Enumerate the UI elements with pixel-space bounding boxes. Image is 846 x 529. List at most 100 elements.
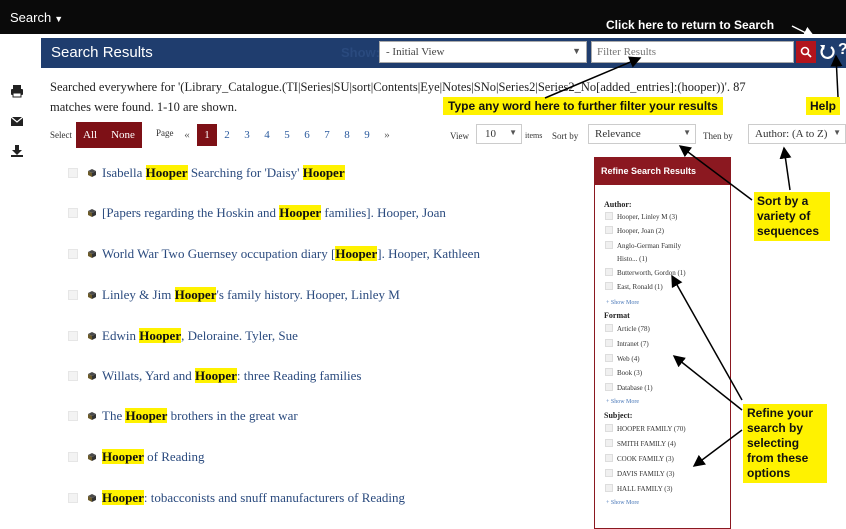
pager-page-3[interactable]: 3 [237, 124, 257, 146]
facet-checkbox[interactable] [605, 383, 613, 391]
result-title-pre: The [102, 408, 126, 423]
author-facet-option[interactable]: Hooper, Linley M (3) [605, 212, 725, 223]
format-facet-option[interactable]: Intranet (7) [605, 339, 725, 350]
format-show-more-link[interactable]: + Show More [606, 399, 639, 405]
then-by-select[interactable]: Author: (A to Z) ▼ [748, 124, 846, 144]
result-checkbox[interactable] [68, 168, 78, 178]
email-icon[interactable] [10, 114, 24, 128]
select-all-button[interactable]: All [76, 122, 105, 148]
result-title-link[interactable]: [Papers regarding the Hoskin and Hooper … [102, 205, 446, 221]
pager-prev-button[interactable]: « [177, 124, 197, 146]
result-title-pre: Edwin [102, 328, 140, 343]
facet-option-label: Anglo-German Family [617, 242, 681, 250]
subject-show-more-link[interactable]: + Show More [606, 500, 639, 506]
result-title-link[interactable]: Willats, Yard and Hooper: three Reading … [102, 368, 361, 384]
subject-facet-option[interactable]: HALL FAMILY (3) [605, 484, 725, 495]
result-title-highlight: Hooper [174, 287, 217, 302]
pager-page-8[interactable]: 8 [337, 124, 357, 146]
result-title-link[interactable]: Edwin Hooper, Deloraine. Tyler, Sue [102, 328, 298, 344]
result-title-pre: Willats, Yard and [102, 368, 195, 383]
annotation-sort: Sort by a variety of sequences [754, 192, 830, 241]
result-title-link[interactable]: Hooper of Reading [102, 449, 205, 465]
pager-page-4[interactable]: 4 [257, 124, 277, 146]
select-label: Select [50, 130, 72, 140]
result-title-pre: Linley & Jim [102, 287, 175, 302]
facet-checkbox[interactable] [605, 484, 613, 492]
book-icon [88, 209, 96, 217]
format-facet-option[interactable]: Article (78) [605, 324, 725, 335]
sort-select-value: Relevance [595, 128, 641, 140]
result-title-highlight: Hooper [279, 205, 322, 220]
pager-page-9[interactable]: 9 [357, 124, 377, 146]
author-facet-option[interactable]: East, Ronald (1) [605, 282, 725, 293]
author-facet-option[interactable]: Hooper, Joan (2) [605, 226, 725, 237]
facet-checkbox[interactable] [605, 268, 613, 276]
result-checkbox[interactable] [68, 452, 78, 462]
result-checkbox[interactable] [68, 371, 78, 381]
subject-facet-option[interactable]: DAVIS FAMILY (3) [605, 469, 725, 480]
author-facet-option[interactable]: Histo... (1) [605, 254, 725, 265]
result-row: Hooper of Reading [68, 447, 205, 467]
pager-page-1[interactable]: 1 [197, 124, 217, 146]
format-facet-label: Format [604, 311, 630, 320]
result-title-highlight: Hooper [139, 328, 182, 343]
result-title-link[interactable]: Hooper: tobacconists and snuff manufactu… [102, 490, 405, 506]
result-title-link[interactable]: Linley & Jim Hooper's family history. Ho… [102, 287, 400, 303]
result-checkbox[interactable] [68, 290, 78, 300]
facet-checkbox[interactable] [605, 226, 613, 234]
book-icon [88, 169, 96, 177]
format-facet-option[interactable]: Web (4) [605, 354, 725, 365]
result-checkbox[interactable] [68, 249, 78, 259]
result-title-link[interactable]: The Hooper brothers in the great war [102, 408, 298, 424]
select-none-button[interactable]: None [104, 122, 142, 148]
facet-checkbox[interactable] [605, 339, 613, 347]
author-show-more-link[interactable]: + Show More [606, 300, 639, 306]
author-facet-option[interactable]: Anglo-German Family [605, 241, 725, 252]
facet-checkbox[interactable] [605, 368, 613, 376]
facet-checkbox[interactable] [605, 324, 613, 332]
facet-checkbox[interactable] [605, 212, 613, 220]
result-checkbox[interactable] [68, 331, 78, 341]
pager-page-5[interactable]: 5 [277, 124, 297, 146]
facet-checkbox[interactable] [605, 469, 613, 477]
subject-facet-option[interactable]: SMITH FAMILY (4) [605, 439, 725, 450]
pager-next-button[interactable]: » [377, 124, 397, 146]
search-menu-button[interactable]: Search ▼ [10, 10, 63, 25]
sort-by-label: Sort by [552, 131, 579, 141]
facet-option-label: DAVIS FAMILY (3) [617, 470, 675, 478]
subject-facet-option[interactable]: COOK FAMILY (3) [605, 454, 725, 465]
facet-checkbox[interactable] [605, 454, 613, 462]
items-per-page-select[interactable]: 10 ▼ [476, 124, 522, 144]
facet-option-label: Database (1) [617, 384, 653, 392]
pager-page-7[interactable]: 7 [317, 124, 337, 146]
facet-checkbox[interactable] [605, 241, 613, 249]
facet-checkbox[interactable] [605, 424, 613, 432]
pager-page-6[interactable]: 6 [297, 124, 317, 146]
sort-select[interactable]: Relevance ▼ [588, 124, 696, 144]
format-facet-option[interactable]: Book (3) [605, 368, 725, 379]
annotation-help: Help [806, 97, 841, 115]
refresh-icon[interactable] [819, 42, 835, 62]
items-label: items [525, 131, 543, 140]
facet-checkbox[interactable] [605, 439, 613, 447]
filter-input[interactable] [591, 41, 794, 63]
subject-facet-option[interactable]: HOOPER FAMILY (70) [605, 424, 725, 435]
result-title-link[interactable]: World War Two Guernsey occupation diary … [102, 246, 480, 262]
facet-checkbox[interactable] [605, 354, 613, 362]
result-checkbox[interactable] [68, 493, 78, 503]
filter-search-button[interactable] [796, 41, 816, 63]
result-checkbox[interactable] [68, 208, 78, 218]
refine-panel: Refine Search Results Author: Hooper, Li… [594, 157, 731, 529]
result-checkbox[interactable] [68, 411, 78, 421]
view-select[interactable]: - Initial View ▼ [379, 41, 587, 63]
format-facet-option[interactable]: Database (1) [605, 383, 725, 394]
result-row: [Papers regarding the Hoskin and Hooper … [68, 203, 446, 223]
result-title-link[interactable]: Isabella Hooper Searching for 'Daisy' Ho… [102, 165, 345, 181]
facet-checkbox[interactable] [605, 282, 613, 290]
result-row: Willats, Yard and Hooper: three Reading … [68, 366, 361, 386]
download-icon[interactable] [10, 144, 24, 158]
pager-page-2[interactable]: 2 [217, 124, 237, 146]
help-question-icon[interactable]: ? [838, 41, 846, 59]
print-icon[interactable] [10, 84, 24, 98]
author-facet-option[interactable]: Butterworth, Gordon (1) [605, 268, 725, 279]
